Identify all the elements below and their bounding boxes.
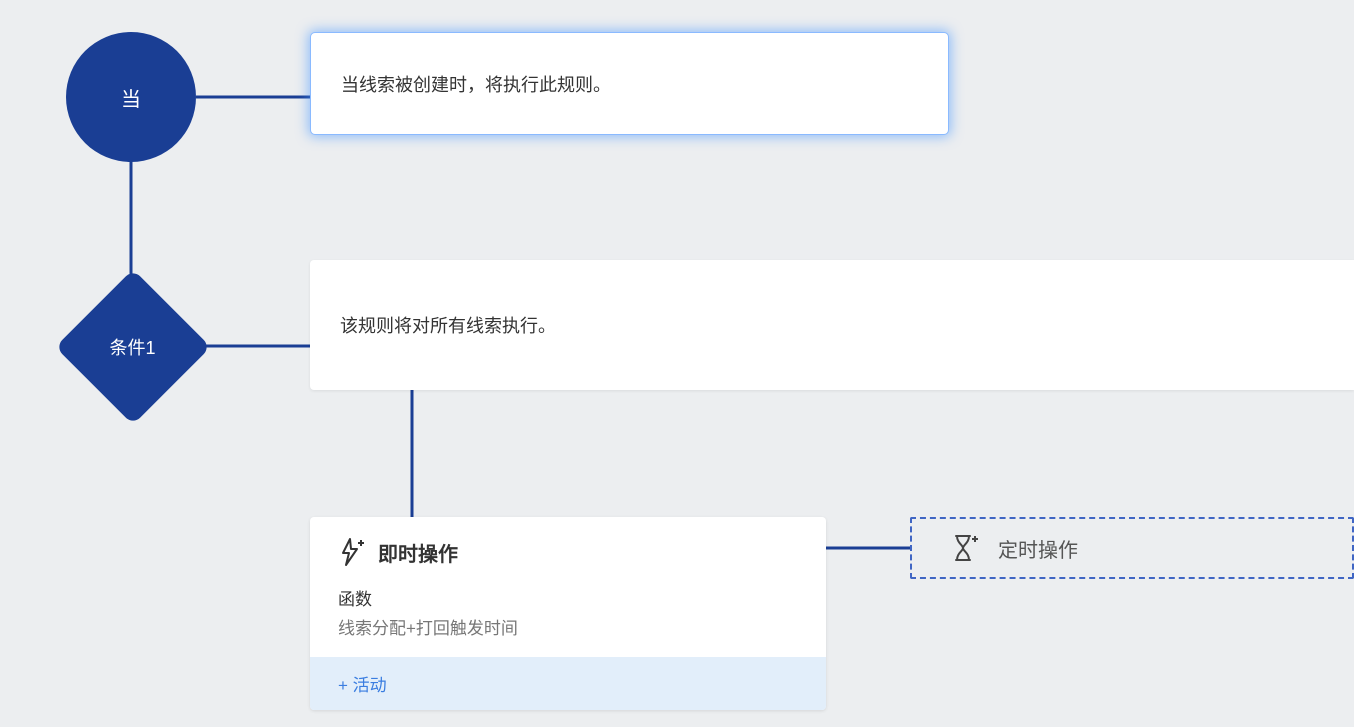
instant-action-title: 即时操作 [378, 538, 458, 567]
trigger-node[interactable]: 当 [66, 32, 196, 162]
instant-action-function-name: 线索分配+打回触发时间 [338, 614, 798, 639]
trigger-description-text: 当线索被创建时，将执行此规则。 [341, 71, 611, 97]
add-activity-button[interactable]: + 活动 [338, 676, 387, 695]
trigger-node-label: 当 [121, 83, 141, 112]
condition-node-label: 条件1 [109, 334, 155, 360]
instant-action-card[interactable]: 即时操作 函数 线索分配+打回触发时间 + 活动 [310, 517, 826, 710]
instant-action-footer: + 活动 [310, 657, 826, 710]
hourglass-plus-icon [952, 533, 978, 563]
instant-action-section-label: 函数 [338, 585, 798, 610]
condition-description-card[interactable]: 该规则将对所有线索执行。 [310, 260, 1354, 390]
instant-action-body: 函数 线索分配+打回触发时间 [310, 575, 826, 657]
trigger-description-card[interactable]: 当线索被创建时，将执行此规则。 [310, 32, 949, 135]
condition-description-text: 该规则将对所有线索执行。 [340, 312, 556, 338]
instant-action-header: 即时操作 [310, 517, 826, 575]
lightning-plus-icon [338, 537, 364, 567]
scheduled-action-card[interactable]: 定时操作 [910, 517, 1354, 579]
scheduled-action-title: 定时操作 [998, 534, 1078, 563]
condition-node[interactable]: 条件1 [55, 269, 210, 424]
